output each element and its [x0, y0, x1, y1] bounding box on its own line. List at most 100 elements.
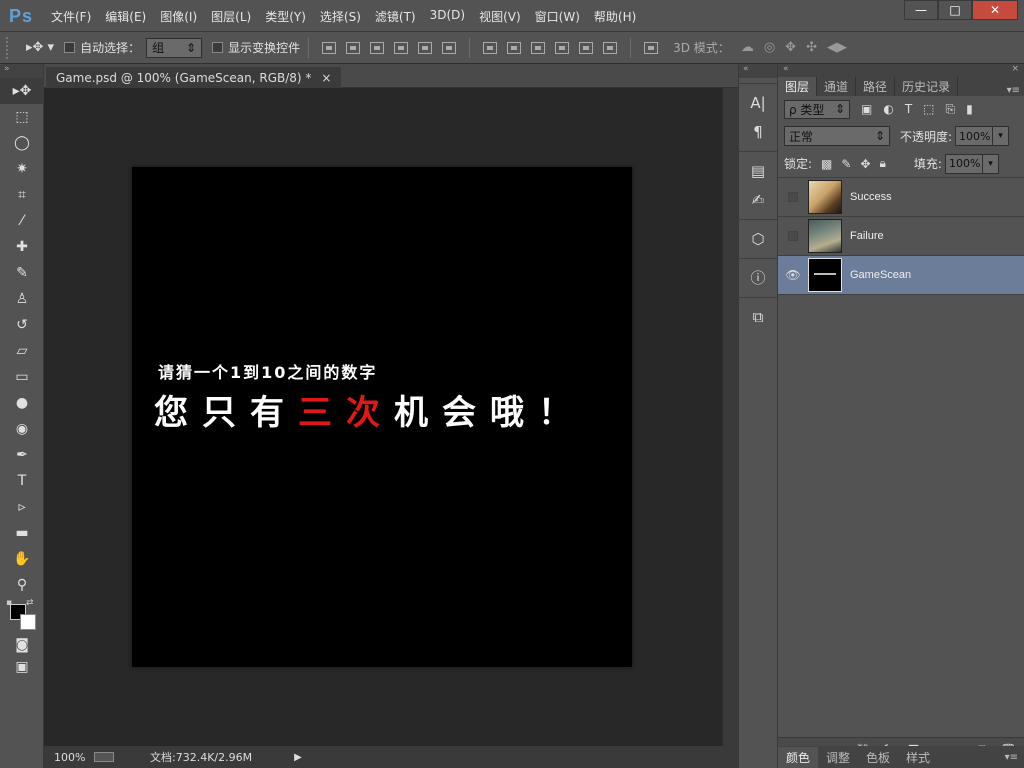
align-bottom-icon[interactable] — [370, 41, 385, 54]
distribute-left-icon[interactable] — [555, 41, 570, 54]
3d-scale-icon[interactable]: ◀▶ — [827, 40, 847, 55]
zoom-tool-icon[interactable]: ⚲ — [0, 572, 44, 598]
tab-paths[interactable]: 路径 — [856, 77, 896, 96]
eraser-tool-icon[interactable]: ▱ — [0, 338, 44, 364]
lock-image-icon[interactable]: ✎ — [841, 157, 851, 171]
blend-mode-dropdown[interactable]: 正常 ⇕ — [784, 126, 890, 146]
layer-comps-icon[interactable]: ⧉ — [739, 302, 777, 331]
move-tool-preset-icon[interactable]: ▸✥ ▾ — [26, 40, 54, 55]
tab-adjustments[interactable]: 调整 — [818, 747, 858, 768]
tab-channels[interactable]: 通道 — [817, 77, 857, 96]
magic-wand-icon[interactable]: ✷ — [0, 156, 44, 182]
toolbox-collapse-icon[interactable]: » — [0, 64, 43, 78]
filter-smart-object-icon[interactable]: ⎘ — [946, 102, 956, 117]
minimize-button[interactable]: — — [904, 0, 938, 20]
swap-colors-icon[interactable]: ⇄ — [26, 598, 34, 608]
gradient-tool-icon[interactable]: ▭ — [0, 364, 44, 390]
notes-panel-icon[interactable]: ✍ — [739, 185, 777, 214]
menu-help[interactable]: 帮助(H) — [587, 8, 643, 25]
align-top-icon[interactable] — [322, 41, 337, 54]
type-tool-icon[interactable]: T — [0, 468, 44, 494]
distribute-vcenter-icon[interactable] — [507, 41, 522, 54]
blur-tool-icon[interactable]: ● — [0, 390, 44, 416]
document-canvas[interactable]: 请猜一个1到10之间的数字 您只有三次机会哦！ — [132, 167, 632, 667]
tab-layers[interactable]: 图层 — [778, 77, 818, 96]
move-tool-icon[interactable]: ▸✥ — [0, 78, 44, 104]
screen-mode-icon[interactable]: ▣ — [0, 656, 44, 678]
menu-file[interactable]: 文件(F) — [44, 8, 98, 25]
panel-close-icon[interactable]: × — [1011, 64, 1019, 78]
panel-menu-icon[interactable]: ▾≡ — [1007, 85, 1024, 96]
filter-toggle-icon[interactable]: ▮ — [966, 102, 973, 116]
menu-filter[interactable]: 滤镜(T) — [368, 8, 423, 25]
shape-tool-icon[interactable]: ▬ — [0, 520, 44, 546]
menu-view[interactable]: 视图(V) — [472, 8, 528, 25]
canvas-area[interactable]: 请猜一个1到10之间的数字 您只有三次机会哦！ — [44, 88, 722, 746]
auto-select-checkbox[interactable] — [64, 42, 76, 53]
pen-tool-icon[interactable]: ✒ — [0, 442, 44, 468]
visibility-toggle[interactable] — [788, 192, 798, 202]
menu-edit[interactable]: 编辑(E) — [98, 8, 153, 25]
paragraph-panel-icon[interactable]: ¶ — [739, 117, 777, 146]
quick-mask-icon[interactable]: ◙ — [0, 634, 44, 656]
panel-collapse-icon[interactable]: « — [783, 64, 789, 78]
3d-slide-icon[interactable]: ✣ — [806, 40, 817, 55]
close-button[interactable]: ✕ — [972, 0, 1018, 20]
show-transform-checkbox[interactable] — [212, 42, 224, 53]
eye-icon[interactable]: 👁︎ — [778, 268, 808, 282]
background-color[interactable] — [20, 614, 36, 630]
menu-image[interactable]: 图像(I) — [153, 8, 204, 25]
clone-stamp-icon[interactable]: ♙ — [0, 286, 44, 312]
tab-history[interactable]: 历史记录 — [895, 77, 959, 96]
auto-select-dropdown[interactable]: 组 ⇕ — [146, 37, 203, 58]
filter-type-dropdown[interactable]: ρ 类型 ⇕ — [784, 99, 850, 119]
document-tab[interactable]: Game.psd @ 100% (GameScean, RGB/8) * × — [46, 67, 342, 88]
lasso-tool-icon[interactable]: ◯ — [0, 130, 44, 156]
character-panel-icon[interactable]: A| — [739, 88, 777, 117]
status-menu-arrow-icon[interactable]: ▶ — [294, 752, 302, 763]
healing-brush-icon[interactable]: ✚ — [0, 234, 44, 260]
visibility-toggle[interactable] — [788, 231, 798, 241]
path-select-icon[interactable]: ▹ — [0, 494, 44, 520]
brush-tool-icon[interactable]: ✎ — [0, 260, 44, 286]
distribute-right-icon[interactable] — [603, 41, 618, 54]
dodge-tool-icon[interactable]: ◉ — [0, 416, 44, 442]
menu-window[interactable]: 窗口(W) — [528, 8, 587, 25]
menu-select[interactable]: 选择(S) — [313, 8, 368, 25]
lock-transparent-icon[interactable]: ▩ — [821, 157, 832, 171]
layer-gamescean[interactable]: 👁︎ GameScean — [778, 256, 1024, 295]
crop-tool-icon[interactable]: ⌗ — [0, 182, 44, 208]
close-tab-icon[interactable]: × — [321, 71, 331, 85]
tab-color[interactable]: 颜色 — [778, 746, 819, 768]
3d-drag-icon[interactable]: ✥ — [785, 40, 796, 55]
eyedropper-icon[interactable]: ⁄ — [0, 208, 44, 234]
filter-shape-icon[interactable]: ⬚ — [923, 102, 934, 116]
marquee-tool-icon[interactable]: ⬚ — [0, 104, 44, 130]
auto-align-icon[interactable] — [644, 41, 659, 54]
filter-adjustment-icon[interactable]: ◐ — [883, 102, 893, 116]
distribute-bottom-icon[interactable] — [531, 41, 546, 54]
align-left-icon[interactable] — [394, 41, 409, 54]
fill-input[interactable]: 100% — [944, 153, 983, 174]
history-brush-icon[interactable]: ↺ — [0, 312, 44, 338]
tab-styles[interactable]: 样式 — [898, 747, 938, 768]
layer-name[interactable]: GameScean — [850, 269, 911, 281]
options-grip[interactable] — [6, 36, 12, 59]
3d-panel-icon[interactable]: ⬡ — [739, 224, 777, 253]
menu-3d[interactable]: 3D(D) — [423, 8, 472, 25]
status-info-icon[interactable] — [94, 752, 114, 762]
tab-swatches[interactable]: 色板 — [858, 747, 898, 768]
3d-rotate-icon[interactable]: ☁ — [741, 40, 754, 55]
hand-tool-icon[interactable]: ✋ — [0, 546, 44, 572]
menu-type[interactable]: 类型(Y) — [258, 8, 313, 25]
properties-panel-icon[interactable]: ▤ — [739, 156, 777, 185]
filter-type-icon[interactable]: T — [905, 102, 912, 116]
layer-name[interactable]: Failure — [850, 230, 884, 242]
panel-menu-icon[interactable]: ▾≡ — [1005, 752, 1024, 763]
lock-all-icon[interactable]: 🔒︎ — [880, 156, 886, 171]
info-panel-icon[interactable]: ⓘ — [739, 263, 777, 292]
layer-name[interactable]: Success — [850, 191, 892, 203]
vertical-scrollbar[interactable] — [722, 88, 738, 746]
menu-layer[interactable]: 图层(L) — [204, 8, 258, 25]
align-vcenter-icon[interactable] — [346, 41, 361, 54]
